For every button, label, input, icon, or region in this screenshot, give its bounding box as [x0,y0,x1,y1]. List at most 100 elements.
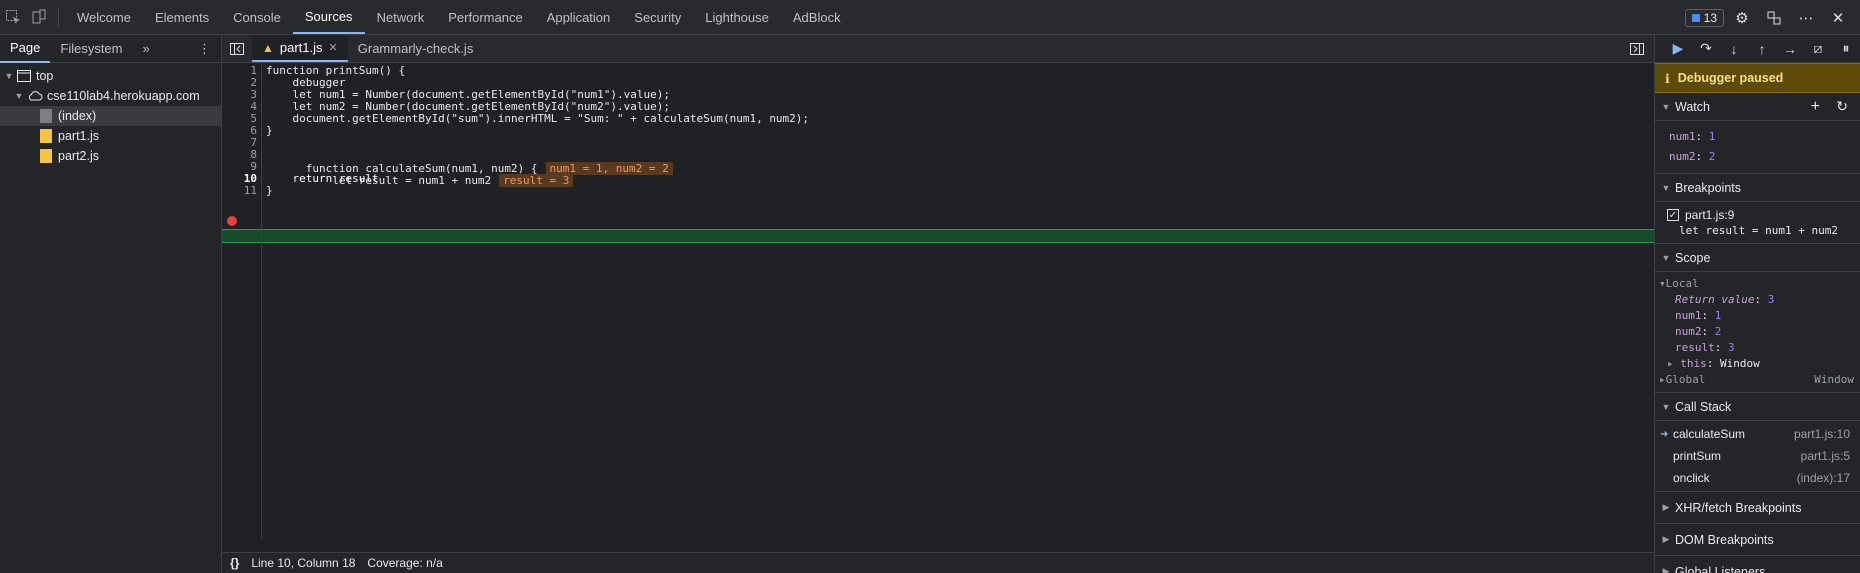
scope-local[interactable]: ▾Local [1655,276,1860,292]
tree-item-part2[interactable]: part2.js [0,146,221,166]
breakpoint-checkbox[interactable]: ✓ [1667,209,1679,221]
breakpoints-section-header[interactable]: ▼ Breakpoints [1655,174,1860,202]
resume-icon[interactable]: ▶ [1667,40,1689,57]
frame-icon [17,70,31,82]
tree-item-domain[interactable]: ▼ cse110lab4.herokuapp.com [0,86,221,106]
tab-performance[interactable]: Performance [436,0,534,34]
expand-arrow-icon: ▸ [1667,357,1681,370]
toolbar-right: 13 ⚙ ⋯ ✕ [1684,0,1860,35]
tab-security[interactable]: Security [622,0,693,34]
toggle-debugger-icon[interactable] [1620,35,1654,62]
call-stack-list: ➜ calculateSum part1.js:10 printSum part… [1655,421,1860,492]
current-frame-icon: ➜ [1660,428,1669,440]
code-editor-pane: ▲ part1.js ✕ Grammarly-check.js 1 2 3 4 … [222,35,1654,573]
tab-adblock[interactable]: AdBlock [781,0,853,34]
breakpoints-list: ✓ part1.js:9 let result = num1 + num2 [1655,202,1860,244]
global-listeners-section-header[interactable]: ▶ Global Listeners [1655,556,1860,573]
tree-item-part1[interactable]: part1.js [0,126,221,146]
tab-lighthouse[interactable]: Lighthouse [693,0,781,34]
scope-tree: ▾Local Return value: 3 num1: 1 num2: 2 r… [1655,272,1860,393]
scope-variable[interactable]: num1: 1 [1655,308,1860,324]
debugger-toolbar: ▶ ↷ ↓ ↑ → ⧄ ⏸ [1655,35,1860,63]
cloud-icon [28,91,43,101]
more-options-icon[interactable]: ⋯ [1792,4,1820,32]
watch-item[interactable]: num1: 1 [1655,127,1860,147]
close-tab-icon[interactable]: ✕ [329,41,338,54]
inspect-element-icon[interactable] [0,0,26,34]
tree-item-index[interactable]: (index) [0,106,221,126]
script-file-icon [40,129,52,143]
collapse-arrow-icon: ▼ [1661,252,1671,263]
scope-section-header[interactable]: ▼ Scope [1655,244,1860,272]
add-watch-icon[interactable]: + [1811,98,1820,116]
tab-application[interactable]: Application [535,0,623,34]
step-icon[interactable]: → [1779,41,1801,57]
xhr-breakpoints-section-header[interactable]: ▶ XHR/fetch Breakpoints [1655,492,1860,524]
watch-section-header[interactable]: ▼ Watch + ↻ [1655,93,1860,121]
tab-welcome[interactable]: Welcome [65,0,143,34]
tree-label-part1: part1.js [58,129,99,143]
tab-sources[interactable]: Sources [292,0,365,34]
scope-variable[interactable]: num2: 2 [1655,324,1860,340]
device-toolbar-icon[interactable] [26,0,52,34]
pretty-print-button[interactable]: {} [230,556,239,570]
tab-network[interactable]: Network [365,0,437,34]
scope-variable[interactable]: result: 3 [1655,340,1860,356]
step-over-icon[interactable]: ↷ [1695,40,1717,57]
devtools-tab-bar: Welcome Elements Console Sources Network… [0,0,1860,35]
tab-page[interactable]: Page [0,35,51,63]
tab-filesystem[interactable]: Filesystem [50,35,132,63]
code-line-5: document.getElementById("sum").innerHTML… [266,112,810,125]
code-area[interactable]: function printSum() { debugger let num1 … [222,63,1654,539]
call-frame[interactable]: ➜ calculateSum part1.js:10 [1655,423,1860,445]
gear-icon[interactable]: ⚙ [1728,4,1756,32]
editor-tab-grammarly[interactable]: Grammarly-check.js [348,35,484,62]
code-line-6: } [266,124,273,137]
expand-arrow-icon: ▶ [1662,502,1670,512]
close-icon[interactable]: ✕ [1824,4,1852,32]
debugger-sidebar: ▶ ↷ ↓ ↑ → ⧄ ⏸ ℹ Debugger paused ▼ Watch … [1654,35,1860,573]
document-icon [40,109,52,123]
issues-icon [1691,13,1700,22]
warning-icon: ▲ [262,40,274,55]
tab-console[interactable]: Console [221,0,293,34]
scope-title: Scope [1675,250,1711,265]
call-frame[interactable]: onclick (index):17 [1655,467,1860,489]
expand-arrow-icon: ▼ [14,91,24,101]
code-line-11: } [266,184,273,197]
scope-global[interactable]: ▸Global Window [1655,372,1860,388]
scope-return-value[interactable]: Return value: 3 [1655,292,1860,308]
call-stack-section-header[interactable]: ▼ Call Stack [1655,393,1860,421]
more-tabs-icon[interactable]: » [133,35,160,63]
editor-tab-part1[interactable]: ▲ part1.js ✕ [252,35,348,62]
expand-arrow-icon: ▶ [1662,534,1670,544]
scope-this[interactable]: ▸ this: Window [1655,356,1860,372]
tree-label-part2: part2.js [58,149,99,163]
tree-label-index: (index) [58,109,97,123]
pause-on-exceptions-icon[interactable]: ⏸ [1835,40,1857,57]
call-frame[interactable]: printSum part1.js:5 [1655,445,1860,467]
watch-item[interactable]: num2: 2 [1655,147,1860,167]
breakpoint-location: part1.js:9 [1685,208,1735,222]
paused-label: Debugger paused [1677,71,1784,85]
expand-arrow-icon: ▶ [1662,566,1670,573]
toggle-navigator-icon[interactable] [222,35,252,62]
step-into-icon[interactable]: ↓ [1723,41,1745,57]
deactivate-breakpoints-icon[interactable]: ⧄ [1807,40,1829,57]
editor-tab-label: Grammarly-check.js [357,41,474,56]
call-stack-title: Call Stack [1675,399,1732,414]
issues-badge[interactable]: 13 [1684,8,1724,27]
tab-elements[interactable]: Elements [143,0,221,34]
refresh-icon[interactable]: ↻ [1836,98,1848,115]
navigator-menu-icon[interactable]: ⋮ [188,35,221,63]
navigator-pane: Page Filesystem » ⋮ ▼ top ▼ cse110lab4.h… [0,35,222,573]
script-file-icon [40,149,52,163]
tree-item-top[interactable]: ▼ top [0,66,221,86]
collapse-arrow-icon: ▼ [1661,101,1671,112]
connection-icon[interactable] [1760,4,1788,32]
step-out-icon[interactable]: ↑ [1751,41,1773,57]
dom-breakpoints-section-header[interactable]: ▶ DOM Breakpoints [1655,524,1860,556]
breakpoint-item[interactable]: ✓ part1.js:9 [1667,208,1860,222]
breakpoint-code: let result = num1 + num2 [1679,224,1838,237]
editor-status-bar: {} Line 10, Column 18 Coverage: n/a [222,552,1654,573]
